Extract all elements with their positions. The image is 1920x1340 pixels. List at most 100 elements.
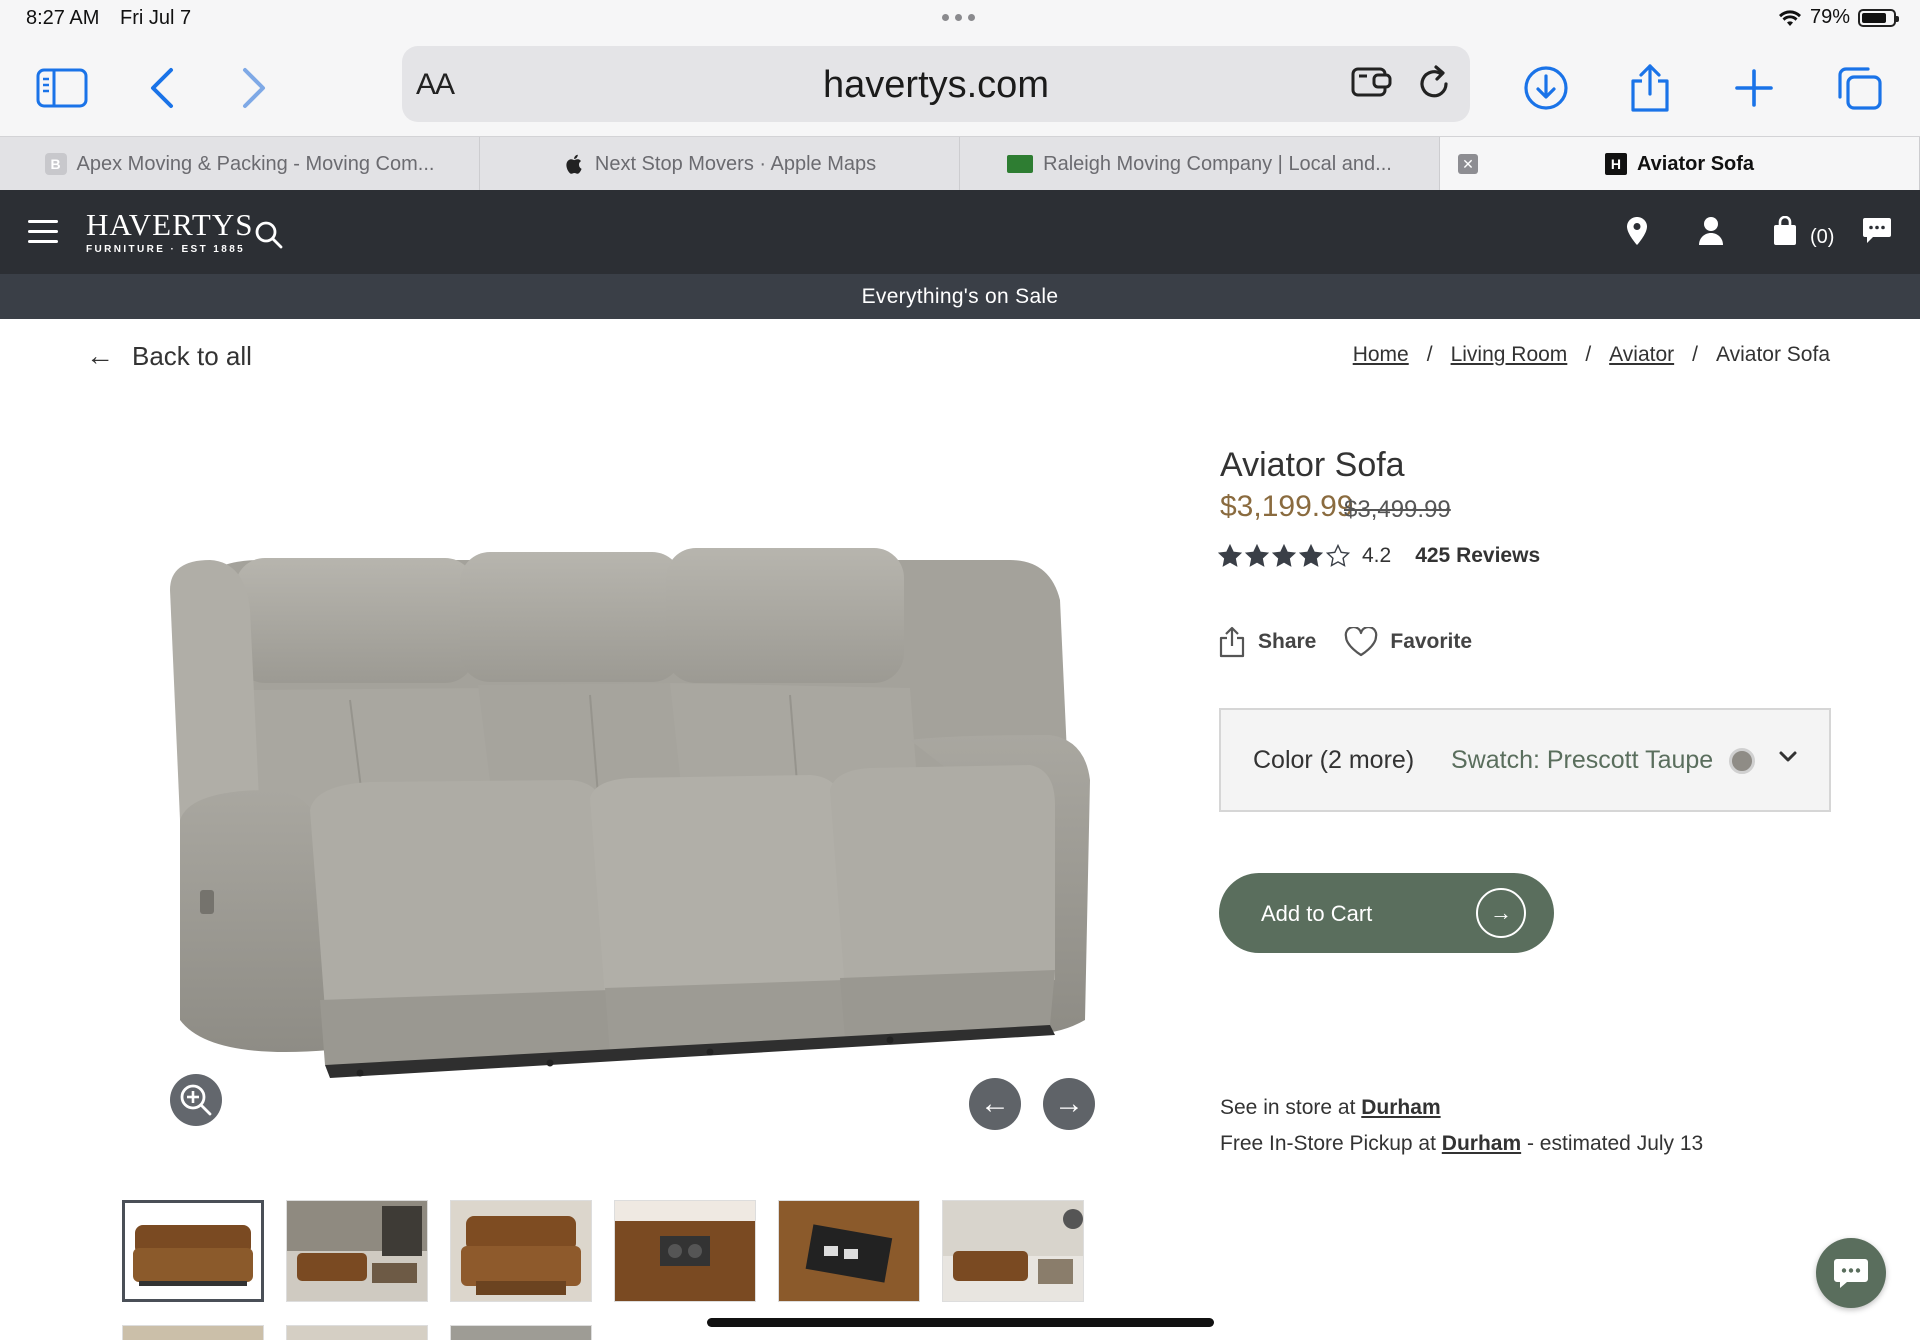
thumbnail-2[interactable] — [286, 1200, 428, 1302]
site-header: HAVERTYS FURNITURE · EST 1885 (0) — [0, 190, 1920, 274]
wifi-icon — [1778, 9, 1801, 26]
rating-value: 4.2 — [1362, 544, 1392, 567]
address-bar[interactable]: AA havertys.com — [402, 46, 1470, 122]
arrow-right-icon: → — [1476, 888, 1526, 938]
tab-label: Aviator Sofa — [1636, 152, 1755, 175]
status-bar: 8:27 AM Fri Jul 7 79% — [0, 0, 1920, 38]
pickup-estimate: - estimated July 13 — [1526, 1132, 1704, 1155]
breadcrumb-separator: / — [1426, 343, 1433, 366]
share-icon[interactable] — [1620, 58, 1680, 118]
breadcrumb-aviator[interactable]: Aviator — [1609, 343, 1674, 367]
reviews-link[interactable]: 425 Reviews — [1415, 544, 1540, 568]
tab-aviator-sofa[interactable]: ✕ H Aviator Sofa — [1440, 137, 1920, 191]
star-filled-icon — [1245, 544, 1269, 567]
next-image-button[interactable]: → — [1043, 1078, 1095, 1130]
status-time: 8:27 AM — [26, 7, 100, 29]
breadcrumb-home[interactable]: Home — [1353, 343, 1409, 367]
thumbnail-5[interactable] — [778, 1200, 920, 1302]
product-rating[interactable]: 4.2 425 Reviews — [1218, 544, 1540, 568]
share-button[interactable]: Share — [1218, 626, 1316, 658]
chat-icon — [1834, 1259, 1868, 1288]
sale-price: $3,199.99 — [1220, 490, 1354, 523]
back-to-all-link[interactable]: ← Back to all — [86, 340, 252, 372]
thumbnail-strip — [122, 1200, 1084, 1302]
original-price: $3,499.99 — [1344, 496, 1451, 523]
thumbnail-7[interactable] — [122, 1325, 264, 1340]
thumbnail-6[interactable] — [942, 1200, 1084, 1302]
store-availability: See in store at Durham Free In-Store Pic… — [1220, 1090, 1703, 1162]
favorite-label: Favorite — [1390, 630, 1473, 653]
new-tab-icon[interactable] — [1724, 58, 1784, 118]
account-icon[interactable] — [1698, 216, 1724, 251]
zoom-in-icon[interactable] — [170, 1074, 222, 1126]
back-icon[interactable] — [132, 58, 192, 118]
thumbnail-9[interactable] — [450, 1325, 592, 1340]
sidebar-toggle-icon[interactable] — [32, 58, 92, 118]
tab-next-stop-movers[interactable]: Next Stop Movers · Apple Maps — [480, 137, 960, 191]
multitasking-dots[interactable] — [942, 14, 975, 21]
logo-tagline: FURNITURE · EST 1885 — [86, 244, 246, 255]
product-title: Aviator Sofa — [1220, 446, 1405, 484]
pickup-text: Free In-Store Pickup at — [1220, 1132, 1436, 1155]
breadcrumb-separator: / — [1692, 343, 1698, 366]
chevron-down-icon — [1777, 746, 1799, 773]
color-label: Color (2 more) — [1253, 746, 1415, 774]
product-actions: Share Favorite — [1218, 626, 1472, 658]
product-image[interactable] — [150, 520, 1170, 1080]
chat-icon[interactable] — [1862, 216, 1892, 249]
tab-label: Next Stop Movers · Apple Maps — [594, 152, 877, 175]
thumbnail-3[interactable] — [450, 1200, 592, 1302]
havertys-logo[interactable]: HAVERTYS FURNITURE · EST 1885 — [86, 207, 254, 255]
star-filled-icon — [1272, 544, 1296, 567]
breadcrumb-current: Aviator Sofa — [1715, 343, 1830, 366]
breadcrumb-living-room[interactable]: Living Room — [1451, 343, 1568, 367]
sale-banner[interactable]: Everything's on Sale — [0, 274, 1920, 319]
thumbnail-4[interactable] — [614, 1200, 756, 1302]
star-filled-icon — [1299, 544, 1323, 567]
swatch-name: Swatch: Prescott Taupe — [1451, 746, 1714, 774]
reload-icon[interactable] — [1416, 64, 1452, 107]
add-to-cart-button[interactable]: Add to Cart → — [1219, 873, 1554, 953]
back-label: Back to all — [132, 340, 252, 371]
share-label: Share — [1258, 630, 1317, 653]
arrow-left-icon: ← — [86, 340, 114, 371]
add-to-cart-label: Add to Cart — [1261, 901, 1373, 926]
star-rating — [1218, 544, 1350, 568]
see-in-store-text: See in store at — [1220, 1096, 1356, 1119]
apple-icon — [563, 153, 585, 175]
battery-icon — [1858, 8, 1899, 27]
menu-icon[interactable] — [28, 220, 58, 244]
status-date: Fri Jul 7 — [120, 7, 192, 29]
download-icon[interactable] — [1516, 58, 1576, 118]
thumbnail-strip-row-2 — [122, 1325, 592, 1340]
home-indicator[interactable] — [707, 1318, 1214, 1327]
thumbnail-8[interactable] — [286, 1325, 428, 1340]
cart-icon[interactable] — [1772, 215, 1798, 251]
tab-raleigh-moving[interactable]: Raleigh Moving Company | Local and... — [960, 137, 1440, 191]
color-selector[interactable]: Color (2 more) Swatch: Prescott Taupe — [1219, 708, 1831, 812]
pickup-store-link[interactable]: Durham — [1442, 1132, 1521, 1155]
tab-overview-icon[interactable] — [1830, 58, 1890, 118]
logo-name: HAVERTYS — [86, 207, 254, 242]
favorite-button[interactable]: Favorite — [1344, 626, 1472, 658]
tab-apex-moving[interactable]: B Apex Moving & Packing - Moving Com... — [0, 137, 480, 191]
url-text[interactable]: havertys.com — [402, 64, 1470, 107]
swatch-dot — [1729, 748, 1755, 774]
site-icon — [1007, 155, 1034, 173]
live-chat-button[interactable] — [1816, 1238, 1886, 1308]
store-link[interactable]: Durham — [1361, 1096, 1440, 1119]
favicon-icon: B — [44, 153, 67, 175]
search-icon[interactable] — [254, 220, 284, 255]
star-filled-icon — [1218, 544, 1242, 567]
cart-count[interactable]: (0) — [1810, 226, 1834, 249]
close-tab-icon[interactable]: ✕ — [1458, 154, 1478, 174]
tab-label: Apex Moving & Packing - Moving Com... — [76, 152, 435, 175]
tab-bar: B Apex Moving & Packing - Moving Com... … — [0, 136, 1920, 191]
extension-icon[interactable] — [1350, 64, 1394, 105]
location-pin-icon[interactable] — [1626, 216, 1648, 251]
forward-icon[interactable] — [224, 58, 284, 118]
thumbnail-1[interactable] — [122, 1200, 264, 1302]
previous-image-button[interactable]: ← — [969, 1078, 1021, 1130]
share-icon — [1219, 626, 1245, 658]
breadcrumb: Home / Living Room / Aviator / Aviator S… — [1353, 343, 1830, 367]
